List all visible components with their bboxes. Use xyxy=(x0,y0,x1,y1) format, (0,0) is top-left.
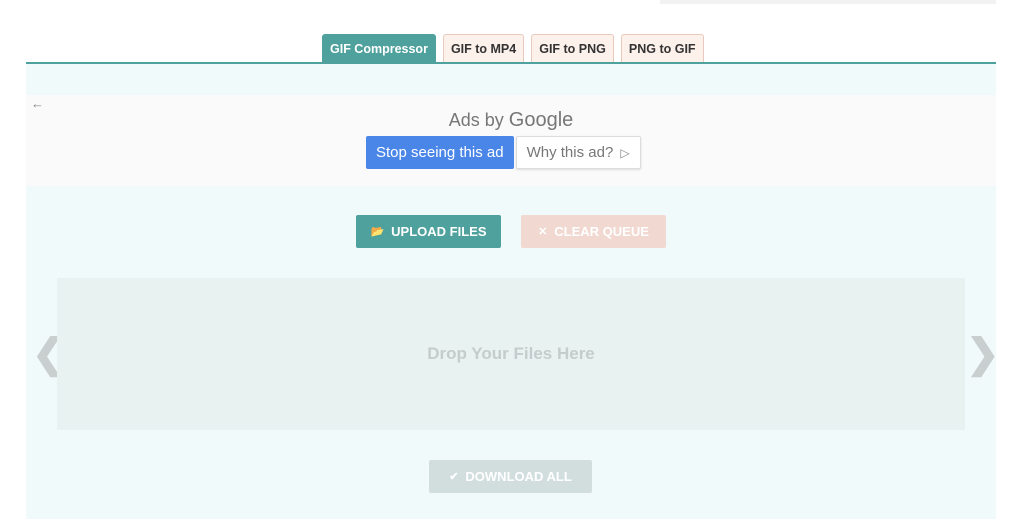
why-this-ad-label: Why this ad? xyxy=(526,144,614,161)
tool-panel: ← Ads by Google Stop seeing this ad Why … xyxy=(26,62,1000,519)
file-dropzone[interactable]: Drop Your Files Here xyxy=(57,278,965,430)
ad-container: ← Ads by Google Stop seeing this ad Why … xyxy=(26,95,996,186)
folder-icon: 📂 xyxy=(370,226,385,238)
download-all-label: DOWNLOAD ALL xyxy=(465,469,572,484)
dropzone-label: Drop Your Files Here xyxy=(427,344,595,363)
stop-seeing-ad-button[interactable]: Stop seeing this ad xyxy=(366,136,514,169)
tool-tabs: GIF Compressor GIF to MP4 GIF to PNG PNG… xyxy=(322,34,704,62)
close-icon: ✕ xyxy=(538,226,548,238)
check-icon: ✔ xyxy=(449,471,459,483)
tab-png-to-gif[interactable]: PNG to GIF xyxy=(620,34,704,62)
play-icon: ▷ xyxy=(620,145,630,160)
tab-gif-to-mp4[interactable]: GIF to MP4 xyxy=(442,34,525,62)
ads-by-label: Ads by Google xyxy=(26,108,996,132)
why-this-ad-button[interactable]: Why this ad? ▷ xyxy=(515,136,641,169)
ads-by-text: Ads by xyxy=(448,110,504,130)
clear-queue-label: CLEAR QUEUE xyxy=(554,224,649,239)
tab-gif-compressor[interactable]: GIF Compressor xyxy=(322,34,436,62)
clear-queue-button[interactable]: ✕ CLEAR QUEUE xyxy=(521,215,666,248)
top-strip xyxy=(660,0,996,4)
google-brand: Google xyxy=(508,109,574,131)
tab-gif-to-png[interactable]: GIF to PNG xyxy=(531,34,614,62)
download-all-button[interactable]: ✔ DOWNLOAD ALL xyxy=(429,460,592,493)
upload-files-label: UPLOAD FILES xyxy=(391,224,487,239)
carousel-next-arrow[interactable]: ❯ xyxy=(966,330,1000,378)
upload-files-button[interactable]: 📂 UPLOAD FILES xyxy=(356,215,501,248)
ad-feedback-buttons: Stop seeing this ad Why this ad? ▷ xyxy=(366,136,641,169)
